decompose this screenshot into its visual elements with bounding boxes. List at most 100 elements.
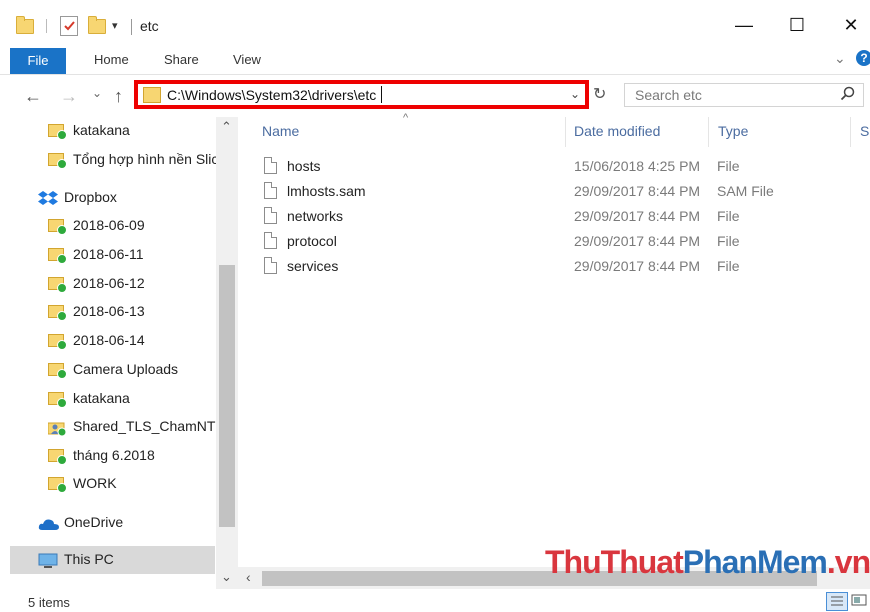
ribbon (0, 48, 870, 75)
divider (46, 19, 47, 33)
tab-view[interactable]: View (233, 52, 261, 67)
file-row[interactable]: services 29/09/2017 8:44 PM File (250, 254, 862, 279)
nav-item-label: Shared_TLS_ChamNT (73, 418, 216, 434)
column-header-date[interactable]: Date modified (574, 123, 660, 139)
nav-item-shared-tls[interactable]: Shared_TLS_ChamNT (0, 413, 215, 441)
watermark-part: .vn (826, 544, 870, 580)
maximize-button[interactable]: ☐ (774, 10, 820, 40)
tab-home[interactable]: Home (94, 52, 129, 67)
shared-folder-icon (47, 420, 67, 439)
up-button[interactable]: ↑ (114, 86, 123, 107)
nav-item-label: This PC (64, 551, 114, 567)
nav-item-thang-6[interactable]: tháng 6.2018 (0, 442, 215, 470)
file-date: 29/09/2017 8:44 PM (574, 258, 701, 274)
file-type: File (717, 258, 740, 274)
onedrive-icon (38, 517, 60, 534)
column-divider[interactable] (850, 117, 851, 147)
watermark: ThuThuatPhanMem.vn (545, 544, 870, 581)
nav-item-label: 2018-06-14 (73, 332, 145, 348)
file-type: File (717, 208, 740, 224)
tab-file[interactable]: File (10, 48, 66, 74)
nav-item-tong-hop[interactable]: Tổng hợp hình nền Slic (0, 146, 219, 174)
file-row[interactable]: networks 29/09/2017 8:44 PM File (250, 204, 862, 229)
file-icon (264, 207, 277, 224)
nav-item-work[interactable]: WORK (0, 470, 215, 498)
scroll-left-icon[interactable]: ‹ (246, 569, 251, 585)
file-date: 15/06/2018 4:25 PM (574, 158, 701, 174)
nav-item-label: Camera Uploads (73, 361, 179, 377)
new-folder-icon[interactable] (88, 16, 106, 34)
nav-item-katakana-2[interactable]: katakana (0, 385, 215, 413)
watermark-part: PhanMem (682, 544, 828, 580)
folder-icon (16, 16, 34, 34)
file-icon (264, 157, 277, 174)
nav-item-2018-06-09[interactable]: 2018-06-09 (0, 212, 215, 240)
file-icon (264, 257, 277, 274)
nav-item-2018-06-11[interactable]: 2018-06-11 (0, 241, 215, 269)
nav-item-label: katakana (73, 390, 130, 406)
file-name: lmhosts.sam (287, 183, 366, 199)
customize-quick-access-icon[interactable]: ▾ (112, 19, 118, 32)
large-icons-view-icon[interactable] (850, 592, 868, 609)
back-button[interactable]: ← (24, 86, 42, 107)
column-header-name[interactable]: Name (262, 123, 299, 139)
nav-item-2018-06-12[interactable]: 2018-06-12 (0, 270, 215, 298)
forward-button[interactable]: → (60, 86, 78, 107)
minimize-button[interactable]: — (721, 10, 767, 40)
folder-synced-icon (48, 219, 67, 235)
close-button[interactable]: ✕ (828, 10, 870, 40)
address-path[interactable]: C:\Windows\System32\drivers\etc (167, 87, 376, 103)
nav-item-camera-uploads[interactable]: Camera Uploads (0, 356, 215, 384)
item-count: 5 items (28, 595, 70, 610)
nav-item-label: Tổng hợp hình nền Slic (73, 151, 219, 167)
properties-icon[interactable] (60, 16, 78, 36)
nav-item-this-pc[interactable]: This PC (10, 546, 215, 574)
divider (131, 19, 132, 35)
nav-item-onedrive[interactable]: OneDrive (0, 509, 215, 537)
folder-synced-icon (48, 153, 67, 169)
details-view-icon[interactable] (826, 592, 848, 611)
folder-synced-icon (48, 392, 67, 408)
nav-item-label: 2018-06-11 (73, 246, 144, 262)
file-type: File (717, 158, 740, 174)
file-name: protocol (287, 233, 337, 249)
nav-scrollbar-thumb[interactable] (219, 265, 235, 527)
folder-synced-icon (48, 334, 67, 350)
column-header-type[interactable]: Type (718, 123, 748, 139)
recent-locations-button[interactable]: ⌄ (92, 86, 102, 100)
nav-item-label: 2018-06-12 (73, 275, 145, 291)
computer-icon (38, 553, 58, 572)
file-name: hosts (287, 158, 321, 174)
scroll-down-icon[interactable]: ⌄ (221, 569, 232, 585)
file-date: 29/09/2017 8:44 PM (574, 208, 701, 224)
nav-item-dropbox[interactable]: Dropbox (0, 184, 215, 212)
nav-item-2018-06-13[interactable]: 2018-06-13 (0, 298, 215, 326)
folder-synced-icon (48, 124, 67, 140)
file-date: 29/09/2017 8:44 PM (574, 233, 701, 249)
search-icon[interactable] (840, 86, 856, 105)
column-divider[interactable] (565, 117, 566, 147)
nav-item-katakana[interactable]: katakana (0, 117, 215, 145)
column-header-size[interactable]: Si (860, 123, 870, 139)
address-dropdown-icon[interactable]: ⌄ (570, 87, 580, 101)
file-type: SAM File (717, 183, 774, 199)
nav-item-label: katakana (73, 122, 130, 138)
nav-item-label: Dropbox (64, 189, 117, 205)
help-icon[interactable]: ? (856, 50, 870, 66)
folder-icon (143, 87, 161, 103)
nav-item-2018-06-14[interactable]: 2018-06-14 (0, 327, 215, 355)
watermark-part: ThuThuat (545, 544, 684, 580)
folder-synced-icon (48, 277, 67, 293)
file-name: services (287, 258, 339, 274)
file-row[interactable]: protocol 29/09/2017 8:44 PM File (250, 229, 862, 254)
tab-share[interactable]: Share (164, 52, 199, 67)
file-row[interactable]: hosts 15/06/2018 4:25 PM File (250, 154, 862, 179)
column-divider[interactable] (708, 117, 709, 147)
ribbon-collapse-icon[interactable]: ⌄ (834, 50, 846, 67)
file-icon (264, 232, 277, 249)
refresh-icon[interactable]: ↻ (593, 84, 606, 104)
nav-item-label: WORK (73, 475, 117, 491)
scroll-up-icon[interactable]: ⌃ (221, 119, 232, 135)
dropbox-icon (38, 190, 58, 211)
file-row[interactable]: lmhosts.sam 29/09/2017 8:44 PM SAM File (250, 179, 862, 204)
